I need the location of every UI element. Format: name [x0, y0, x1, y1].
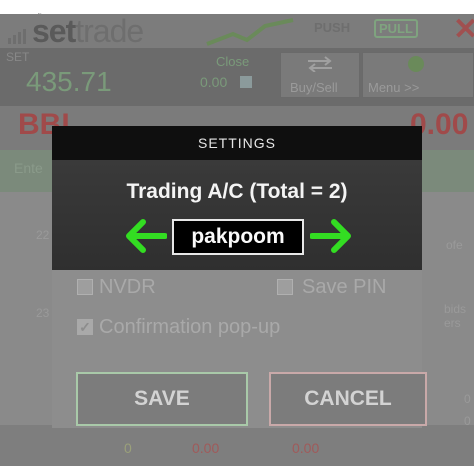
close-dropdown-icon[interactable]: [240, 76, 252, 88]
close-label: Close: [216, 54, 250, 69]
side-0a: 0: [464, 392, 471, 406]
side-bids: bids: [444, 302, 467, 316]
trend-chart-icon: [206, 18, 294, 46]
side-22: 22: [36, 228, 50, 242]
account-name: pakpoom: [172, 219, 304, 255]
arrow-left-icon[interactable]: [121, 218, 167, 254]
close-icon[interactable]: ✕: [453, 12, 474, 47]
nvdr-label: NVDR: [99, 276, 156, 298]
save-pin-label: Save PIN: [302, 276, 387, 298]
side-ers: ers: [444, 316, 461, 330]
side-ofe: ofe: [446, 238, 463, 252]
push-label[interactable]: PUSH: [314, 20, 350, 35]
swap-arrows-icon: [308, 56, 332, 72]
pull-label[interactable]: PULL: [374, 19, 418, 38]
save-pin-checkbox[interactable]: [277, 279, 293, 295]
logo-set: set: [32, 13, 76, 49]
confirmation-label: Confirmation pop-up: [99, 316, 281, 338]
bottom-red-1: 0.00: [192, 440, 220, 456]
menu-icon: [408, 56, 424, 72]
close-value: 0.00: [200, 74, 228, 90]
confirmation-checkbox[interactable]: ✓: [77, 319, 93, 335]
signal-bars-icon: [8, 29, 26, 44]
top-strip: [0, 0, 474, 14]
set-index-value: 435.71: [26, 66, 112, 97]
set-label: SET: [6, 50, 30, 64]
arrow-right-icon[interactable]: [310, 218, 356, 254]
cancel-button[interactable]: CANCEL: [269, 372, 427, 426]
logo-trade: trade: [75, 13, 144, 49]
account-title: Trading A/C (Total = 2): [126, 180, 348, 203]
save-button[interactable]: SAVE: [76, 372, 248, 426]
enter-label: Ente: [14, 160, 43, 176]
buy-sell-label: Buy/Sell: [290, 80, 338, 95]
bottom-zero: 0: [124, 440, 132, 456]
side-23: 23: [36, 306, 50, 320]
settrade-logo: settrade: [32, 13, 144, 49]
bottom-red-2: 0.00: [292, 440, 320, 456]
nvdr-checkbox[interactable]: [77, 279, 93, 295]
menu-label: Menu >>: [368, 80, 420, 95]
modal-header: SETTINGS: [52, 126, 422, 160]
bottom-row: [0, 425, 474, 466]
